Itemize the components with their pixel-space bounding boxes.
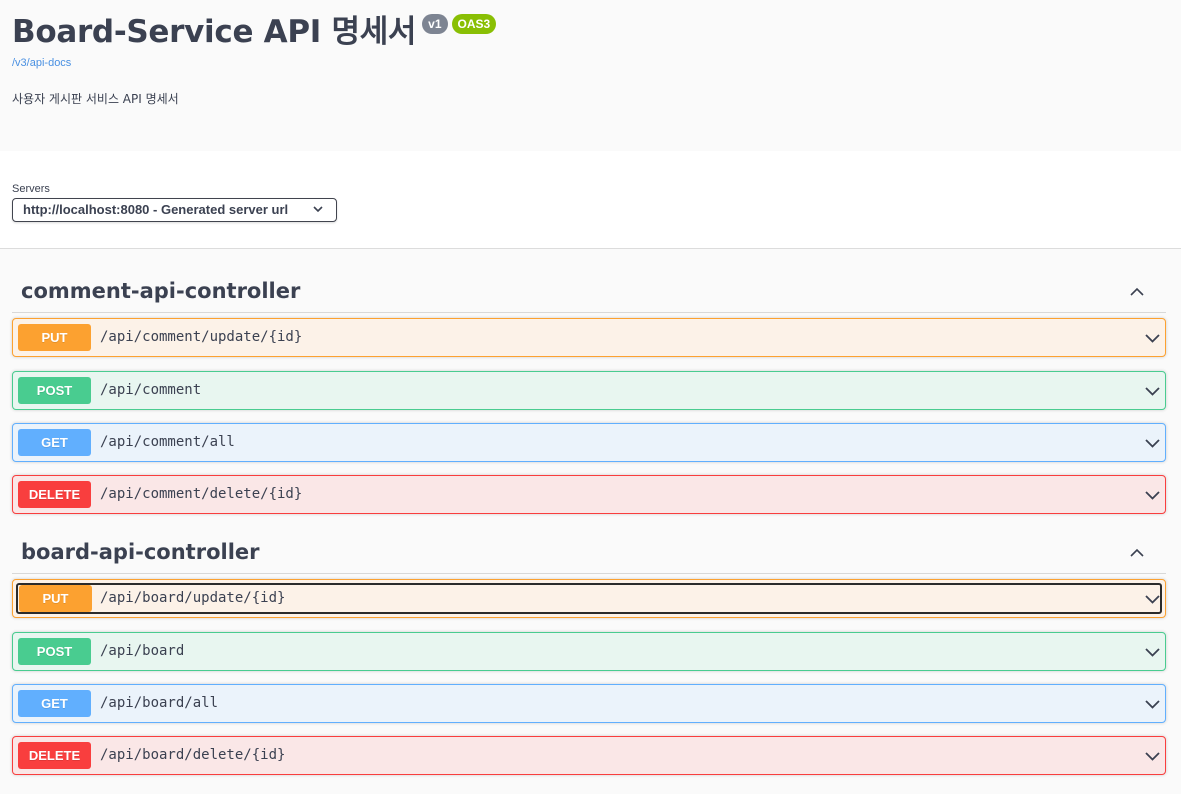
operation-path: /api/comment/delete/{id}: [100, 486, 303, 502]
server-select-value: http://localhost:8080 - Generated server…: [23, 202, 289, 217]
chevron-down-icon[interactable]: [1144, 644, 1161, 661]
tag-section-board: board-api-controller PUT /api/board/upda…: [12, 530, 1166, 775]
operation-post-board[interactable]: POST /api/board: [12, 632, 1166, 671]
method-badge: PUT: [19, 585, 92, 612]
operation-get-board-all[interactable]: GET /api/board/all: [12, 684, 1166, 723]
title-row: Board-Service API 명세서 v1 OAS3: [12, 10, 497, 54]
version-badge: v1: [422, 14, 448, 34]
method-badge: PUT: [18, 324, 91, 351]
method-badge: POST: [18, 377, 91, 404]
method-badge: POST: [18, 638, 91, 665]
tag-header[interactable]: board-api-controller: [12, 530, 1166, 574]
chevron-down-icon[interactable]: [1144, 383, 1161, 400]
operation-put-board-update[interactable]: PUT /api/board/update/{id}: [12, 579, 1166, 618]
operation-path: /api/comment: [100, 382, 202, 398]
operation-delete-comment[interactable]: DELETE /api/comment/delete/{id}: [12, 475, 1166, 514]
tag-title: comment-api-controller: [21, 279, 301, 303]
chevron-down-icon[interactable]: [1144, 696, 1161, 713]
operation-path: /api/comment/all: [100, 434, 235, 450]
chevron-up-icon[interactable]: [1128, 283, 1146, 301]
tag-title: board-api-controller: [21, 540, 260, 564]
operation-get-comment-all[interactable]: GET /api/comment/all: [12, 423, 1166, 462]
server-select[interactable]: http://localhost:8080 - Generated server…: [12, 198, 337, 222]
chevron-down-icon[interactable]: [1144, 330, 1161, 347]
page-title: Board-Service API 명세서: [12, 14, 417, 50]
api-docs-link[interactable]: /v3/api-docs: [12, 57, 71, 69]
method-badge: DELETE: [18, 481, 91, 508]
operation-path: /api/board/all: [100, 695, 219, 711]
method-badge: DELETE: [18, 742, 91, 769]
servers-section: Servers http://localhost:8080 - Generate…: [0, 151, 1181, 249]
api-info: Board-Service API 명세서 v1 OAS3 /v3/api-do…: [0, 0, 1181, 151]
chevron-down-icon: [313, 206, 323, 213]
tag-section-comment: comment-api-controller PUT /api/comment/…: [12, 269, 1166, 514]
servers-label: Servers: [12, 183, 50, 195]
operation-path: /api/board/delete/{id}: [100, 747, 286, 763]
operation-delete-board[interactable]: DELETE /api/board/delete/{id}: [12, 736, 1166, 775]
operation-post-comment[interactable]: POST /api/comment: [12, 371, 1166, 410]
chevron-down-icon[interactable]: [1144, 435, 1161, 452]
chevron-up-icon[interactable]: [1128, 544, 1146, 562]
api-description: 사용자 게시판 서비스 API 명세서: [12, 92, 179, 106]
oas-badge: OAS3: [451, 14, 497, 34]
chevron-down-icon[interactable]: [1144, 748, 1161, 765]
tag-header[interactable]: comment-api-controller: [12, 269, 1166, 313]
operation-path: /api/comment/update/{id}: [100, 329, 303, 345]
operation-path: /api/board: [100, 643, 185, 659]
method-badge: GET: [18, 690, 91, 717]
chevron-down-icon[interactable]: [1144, 487, 1161, 504]
chevron-down-icon[interactable]: [1144, 591, 1161, 608]
operation-path: /api/board/update/{id}: [100, 590, 286, 606]
method-badge: GET: [18, 429, 91, 456]
operation-put-comment-update[interactable]: PUT /api/comment/update/{id}: [12, 318, 1166, 357]
